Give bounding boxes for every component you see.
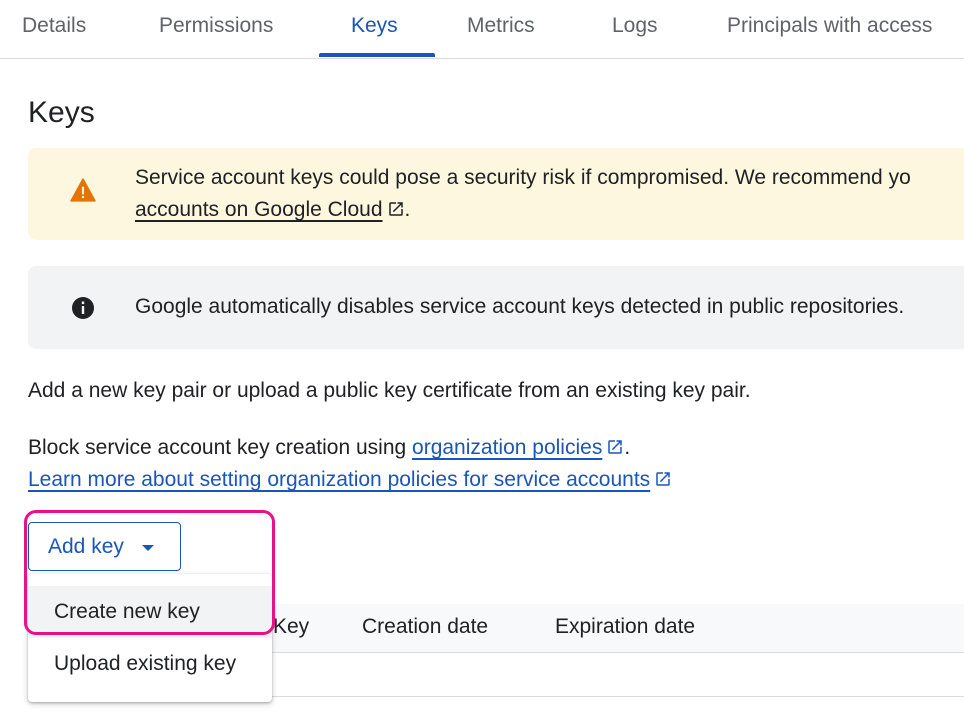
warning-banner: Service account keys could pose a securi…: [28, 148, 964, 240]
menu-item-upload-existing-key[interactable]: Upload existing key: [28, 638, 272, 690]
tab-permissions[interactable]: Permissions: [159, 14, 273, 38]
learn-more-row: Learn more about setting organization po…: [28, 468, 672, 494]
tab-metrics[interactable]: Metrics: [467, 14, 535, 38]
add-key-menu: Create new key Upload existing key: [28, 574, 272, 702]
intro-text: Add a new key pair or upload a public ke…: [28, 379, 751, 402]
add-key-label: Add key: [48, 535, 124, 558]
warning-icon: [70, 178, 96, 207]
block-creation-text: Block service account key creation using…: [28, 436, 630, 462]
block-prefix-text: Block service account key creation using: [28, 436, 413, 459]
tab-bar: Details Permissions Keys Metrics Logs Pr…: [0, 0, 964, 59]
external-link-icon: [654, 470, 672, 494]
menu-item-label: Upload existing key: [54, 652, 237, 675]
menu-item-create-new-key[interactable]: Create new key: [28, 586, 272, 638]
info-text: Google automatically disables service ac…: [135, 295, 905, 318]
column-header-key[interactable]: Key: [273, 615, 309, 639]
active-tab-indicator: [319, 53, 435, 57]
tab-keys[interactable]: Keys: [351, 14, 398, 38]
tab-logs[interactable]: Logs: [612, 14, 658, 38]
add-key-button[interactable]: Add key: [28, 522, 181, 571]
menu-item-label: Create new key: [54, 600, 200, 623]
warning-text-tail: .: [404, 198, 411, 221]
page-title: Keys: [28, 96, 95, 129]
organization-policies-link[interactable]: organization policies: [412, 436, 602, 459]
tab-details[interactable]: Details: [22, 14, 86, 38]
block-suffix-text: .: [624, 436, 631, 459]
warning-text: Service account keys could pose a securi…: [135, 166, 911, 189]
arrow-drop-down-icon: [142, 545, 154, 551]
info-icon: [71, 296, 95, 325]
external-link-icon: [606, 438, 624, 462]
learn-more-link[interactable]: Learn more about setting organization po…: [28, 468, 650, 491]
info-banner: Google automatically disables service ac…: [28, 266, 964, 349]
security-best-practices-link[interactable]: accounts on Google Cloud: [135, 198, 383, 221]
column-header-creation-date[interactable]: Creation date: [362, 615, 488, 639]
column-header-expiration-date[interactable]: Expiration date: [555, 615, 695, 639]
tab-principals-with-access[interactable]: Principals with access: [727, 14, 932, 38]
table-divider: [272, 696, 964, 697]
external-link-icon: [387, 196, 405, 228]
